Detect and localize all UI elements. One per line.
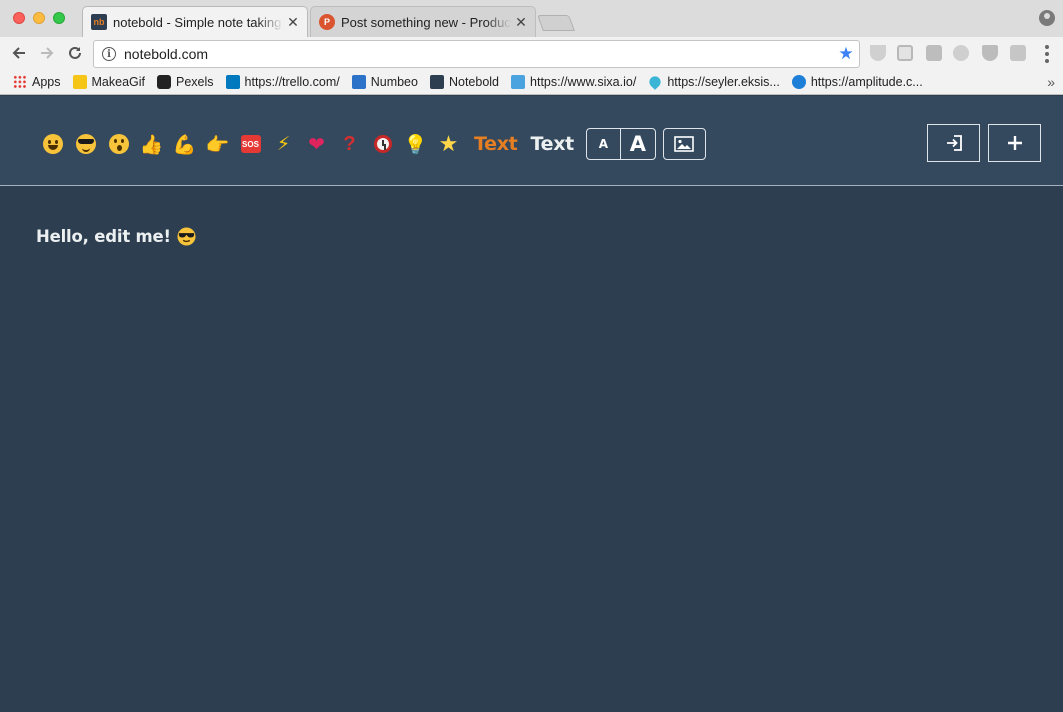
- numbeo-icon: [351, 75, 366, 89]
- bookmark-label: https://www.sixa.io/: [530, 75, 637, 89]
- hushed-emoji-icon[interactable]: [102, 129, 135, 159]
- pointing-hand-emoji-icon[interactable]: 👉: [201, 129, 234, 159]
- sign-in-icon: [946, 135, 962, 151]
- image-icon: [674, 136, 695, 152]
- cast-extension-icon[interactable]: [1010, 45, 1026, 61]
- white-text-button[interactable]: Text: [530, 133, 574, 155]
- sos-emoji-icon[interactable]: SOS: [234, 129, 267, 159]
- bookmark-label: Pexels: [176, 75, 214, 89]
- bookmarks-bar: Apps MakeaGif Pexels https://trello.com/…: [0, 70, 1063, 95]
- stamp-extension-icon[interactable]: [897, 45, 913, 61]
- close-tab-icon[interactable]: ✕: [511, 14, 531, 31]
- forward-button[interactable]: [35, 41, 59, 65]
- bookmark-makeagif[interactable]: MakeaGif: [72, 75, 146, 89]
- alarm-clock-emoji-icon[interactable]: [366, 129, 399, 159]
- bookmark-pexels[interactable]: Pexels: [157, 75, 214, 89]
- star-emoji-icon[interactable]: ★: [432, 129, 465, 159]
- notebold-icon: [429, 75, 444, 89]
- sunglasses-emoji-icon: [177, 227, 196, 246]
- question-mark-emoji-icon[interactable]: ?: [333, 129, 366, 159]
- thumbs-up-emoji-icon[interactable]: 👍: [135, 129, 168, 159]
- apps-grid-icon: [13, 75, 27, 89]
- tab-notebold[interactable]: nb notebold - Simple note taking app ✕: [82, 6, 308, 37]
- makeagif-icon: [72, 75, 87, 89]
- new-tab-button[interactable]: [537, 15, 575, 31]
- bookmark-seyler[interactable]: https://seyler.eksis...: [647, 74, 780, 90]
- reload-button[interactable]: [63, 41, 87, 65]
- flexed-biceps-emoji-icon[interactable]: 💪: [168, 129, 201, 159]
- emoji-toolbar: 👍 💪 👉 SOS ⚡ ❤ ? 💡 ★ Text Text A A: [36, 128, 706, 160]
- back-button[interactable]: [7, 41, 31, 65]
- bookmark-notebold[interactable]: Notebold: [429, 75, 500, 89]
- arrow-right-icon: [41, 47, 54, 59]
- small-font-button[interactable]: A: [587, 129, 621, 159]
- info-icon[interactable]: i: [102, 47, 116, 61]
- browser-toolbar: i notebold.com ★: [0, 37, 1063, 70]
- pexels-icon: [157, 75, 171, 89]
- reload-icon: [69, 46, 81, 59]
- note-text: Hello, edit me!: [36, 227, 171, 246]
- trello-icon: [225, 75, 240, 89]
- note-content[interactable]: Hello, edit me!: [36, 227, 196, 246]
- bookmark-label: Notebold: [448, 75, 500, 89]
- url-text[interactable]: notebold.com: [124, 46, 835, 62]
- bookmark-sixa[interactable]: https://www.sixa.io/: [511, 75, 636, 89]
- bookmark-label: https://amplitude.c...: [810, 75, 923, 89]
- light-bulb-emoji-icon[interactable]: 💡: [399, 129, 432, 159]
- amplitude-icon: [791, 75, 806, 89]
- tab-title: notebold - Simple note taking app: [113, 14, 283, 30]
- bookmark-star-icon[interactable]: ★: [835, 44, 857, 64]
- high-voltage-emoji-icon[interactable]: ⚡: [267, 129, 300, 159]
- insert-image-button[interactable]: [662, 128, 706, 160]
- bookmark-label: Numbeo: [370, 75, 418, 89]
- bookmark-numbeo[interactable]: Numbeo: [351, 75, 418, 89]
- close-window-button[interactable]: [13, 12, 25, 24]
- large-font-button[interactable]: A: [621, 129, 655, 159]
- bookmark-label: https://trello.com/: [244, 75, 340, 89]
- product-hunt-favicon-icon: P: [319, 14, 335, 30]
- login-button[interactable]: [927, 124, 980, 162]
- bookmarks-overflow-button[interactable]: »: [1047, 74, 1055, 90]
- note-editor[interactable]: Hello, edit me!: [0, 187, 1063, 712]
- sixa-icon: [511, 75, 526, 89]
- droplet-icon: [647, 74, 664, 90]
- plus-icon: [1007, 136, 1022, 150]
- bookmark-amplitude[interactable]: https://amplitude.c...: [791, 75, 923, 89]
- sunglasses-emoji-icon[interactable]: [69, 129, 102, 159]
- info-extension-icon[interactable]: [926, 45, 942, 61]
- close-tab-icon[interactable]: ✕: [283, 14, 303, 31]
- tab-title: Post something new - Product Hunt: [341, 14, 511, 30]
- font-size-toggle: A A: [585, 128, 656, 160]
- skype-extension-icon[interactable]: [953, 45, 969, 61]
- profile-icon[interactable]: [1039, 10, 1055, 26]
- arrow-left-icon: [12, 47, 25, 59]
- notebold-favicon-icon: nb: [91, 14, 107, 30]
- add-note-button[interactable]: [988, 124, 1041, 162]
- privacy-extension-icon[interactable]: [982, 45, 998, 61]
- menu-dots-icon[interactable]: [1045, 45, 1049, 63]
- orange-text-button[interactable]: Text: [474, 133, 518, 155]
- app-header: 👍 💪 👉 SOS ⚡ ❤ ? 💡 ★ Text Text A A: [0, 96, 1063, 186]
- browser-tab-bar: nb notebold - Simple note taking app ✕ P…: [0, 0, 1063, 37]
- bookmark-label: Apps: [32, 75, 61, 89]
- address-bar[interactable]: i notebold.com ★: [93, 40, 860, 68]
- tab-product-hunt[interactable]: P Post something new - Product Hunt ✕: [310, 6, 536, 37]
- shield-extension-icon[interactable]: [870, 45, 886, 61]
- heart-emoji-icon[interactable]: ❤: [300, 129, 333, 159]
- bookmark-label: MakeaGif: [91, 75, 146, 89]
- bookmark-apps[interactable]: Apps: [13, 75, 61, 89]
- minimize-window-button[interactable]: [33, 12, 45, 24]
- bookmark-trello[interactable]: https://trello.com/: [225, 75, 340, 89]
- zoom-window-button[interactable]: [53, 12, 65, 24]
- smiley-emoji-icon[interactable]: [36, 129, 69, 159]
- bookmark-label: https://seyler.eksis...: [667, 75, 780, 89]
